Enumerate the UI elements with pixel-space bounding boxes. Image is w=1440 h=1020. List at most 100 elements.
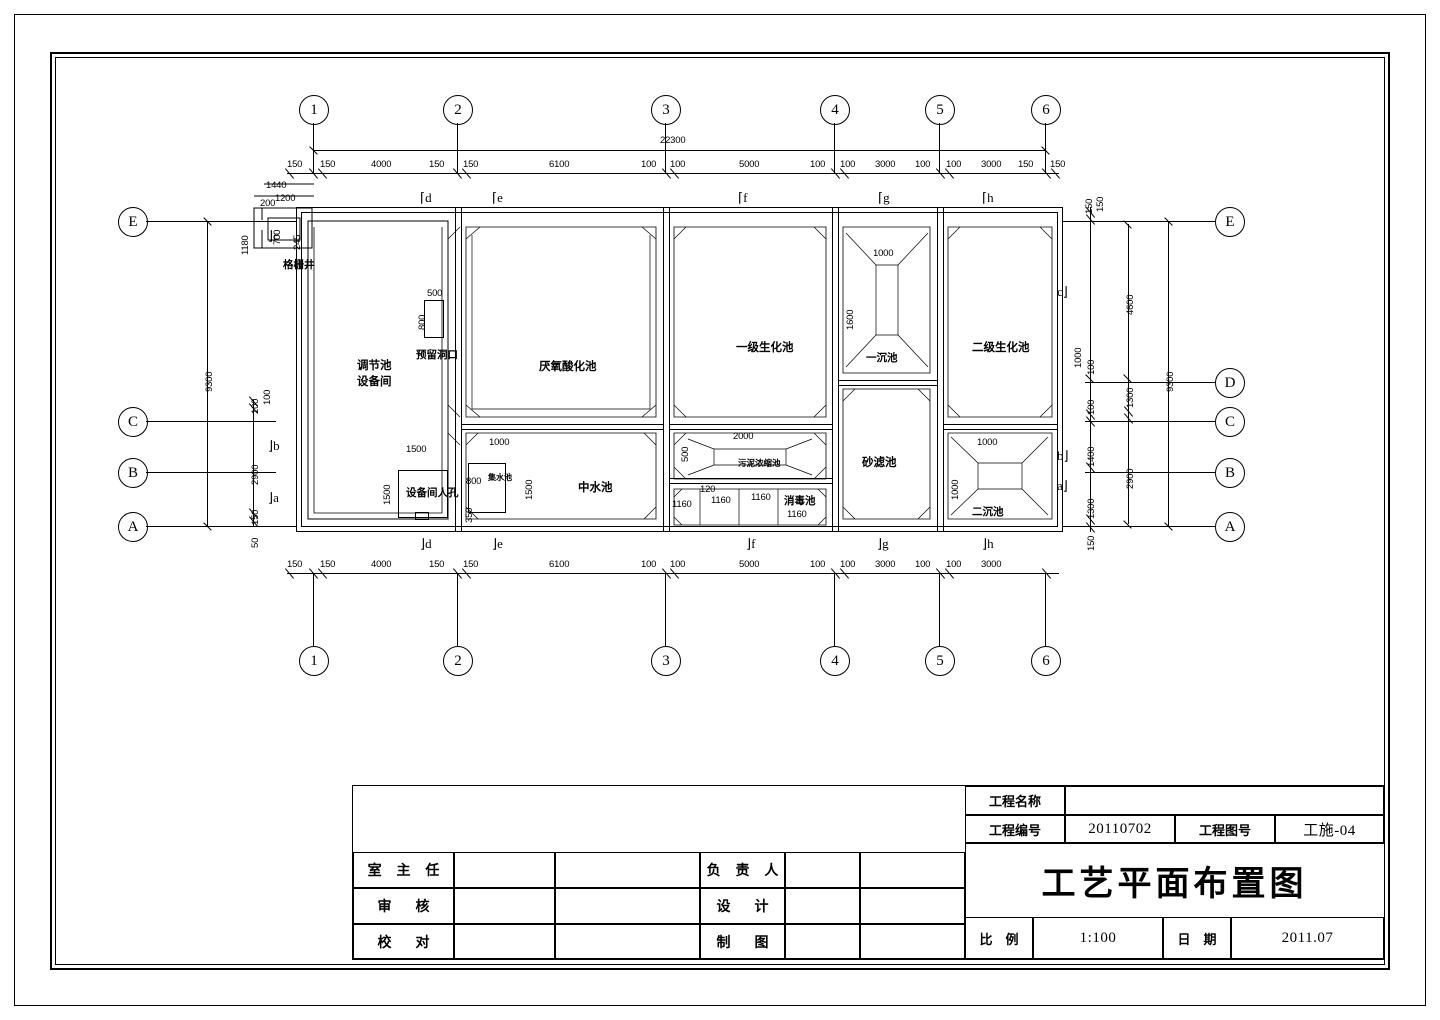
role-value-review[interactable] [454,888,555,924]
grid-line-A-right-leader [1063,526,1215,527]
top-dim-12: 100 [915,159,931,170]
bottom-dim-12: 100 [915,559,931,570]
grid-bubble-label: 3 [662,101,670,118]
grid-bubble-bottom-4[interactable]: 4 [820,646,850,676]
grid-bubble-bottom-2[interactable]: 2 [443,646,473,676]
span-label-top-h: ⌈h [982,190,994,205]
role-sign-room-director[interactable] [555,852,700,888]
bottom-dim-10: 100 [840,559,856,570]
role-label-responsible: 负 责 人 [700,852,785,888]
role-label-review: 审 核 [353,888,454,924]
pool-label-sludge-thickener: 污泥浓缩池 [738,459,781,469]
bottom-dim-14: 3000 [981,559,1002,570]
role-value-drafting[interactable] [785,924,860,959]
grid-bubble-top-3[interactable]: 3 [651,95,681,125]
grid-line-B-right-leader [1085,472,1215,473]
role-sign-review[interactable] [555,888,700,924]
right-dim-2900: 2900 [1125,468,1136,489]
grid-bubble-right-E[interactable]: E [1215,207,1245,237]
left-dimension-chain-line [253,400,254,526]
bottom-dim-1: 150 [320,559,336,570]
pool-label-sand-filter: 砂滤池 [862,455,897,469]
span-label-top-f: ⌈f [738,190,748,205]
grid-bubble-left-C[interactable]: C [118,407,148,437]
title-project-no-label: 工程编号 [965,815,1065,843]
sump-box [468,463,506,513]
grid-bubble-left-B[interactable]: B [118,458,148,488]
grid-bubble-top-1[interactable]: 1 [299,95,329,125]
dim-grating-1180: 1180 [240,235,251,255]
title-project-name-value[interactable] [1065,786,1384,815]
span-label-bottom-d: ⌋d [420,536,432,551]
title-scale-value[interactable]: 1:100 [1033,917,1163,959]
top-dim-8: 5000 [739,159,760,170]
title-drawing-no-value[interactable]: 工施-04 [1275,815,1384,843]
dim-grating-200: 200 [260,198,276,209]
dim-thickener-2000: 2000 [733,431,754,442]
grid-bubble-right-C[interactable]: C [1215,407,1245,437]
dim-settle1-1600: 1600 [845,309,856,330]
dim-grating-700: 700 [272,229,283,245]
grid-bubble-label: 1 [310,652,318,669]
grid-line-4-bottom-leader [834,573,835,646]
left-dim-100a: 100 [250,398,261,414]
span-label-top-e: ⌈e [492,190,503,205]
dim-grating-1200: 1200 [275,193,296,204]
grid-bubble-top-6[interactable]: 6 [1031,95,1061,125]
dim-disinfect-1160b: 1160 [711,495,731,506]
grid-bubble-bottom-3[interactable]: 3 [651,646,681,676]
pool-label-reclaimed-water: 中水池 [578,480,613,494]
span-label-left-b: ⌋b [268,438,280,453]
span-label-bottom-g: ⌋g [877,536,889,551]
pool-label-secondary-biochemical: 二级生化池 [972,340,1030,354]
role-sign-proofread[interactable] [555,924,700,959]
dim-manhole-1500w: 1500 [406,444,427,455]
title-date-value[interactable]: 2011.07 [1231,917,1384,959]
role-sign-drafting[interactable] [860,924,965,959]
drawing-sheet: 1 2 3 4 5 6 22300 150 150 4000 150 150 6… [0,0,1440,1020]
grid-line-1-top-leader [313,123,314,173]
grid-bubble-top-5[interactable]: 5 [925,95,955,125]
grid-bubble-top-2[interactable]: 2 [443,95,473,125]
role-sign-design[interactable] [860,888,965,924]
title-project-name-label: 工程名称 [965,786,1065,815]
grid-line-5-top-leader [939,123,940,173]
role-value-proofread[interactable] [454,924,555,959]
bottom-dim-2: 4000 [371,559,392,570]
right-dim-150c: 150 [1086,535,1097,551]
equipment-manhole-sub [415,512,429,520]
grid-bubble-right-B[interactable]: B [1215,458,1245,488]
grid-bubble-bottom-6[interactable]: 6 [1031,646,1061,676]
dim-grating-1440: 1440 [266,180,287,191]
grid-bubble-label: B [1224,464,1235,481]
role-sign-responsible[interactable] [860,852,965,888]
grid-line-D-right-leader [1085,382,1215,383]
dim-disinfect-120: 120 [700,484,716,495]
role-value-design[interactable] [785,888,860,924]
grid-bubble-right-D[interactable]: D [1215,368,1245,398]
dim-settle1-1000: 1000 [873,248,894,259]
title-big-frame [965,843,1384,917]
dim-thickener-500: 500 [680,446,691,462]
right-dim-4600: 4600 [1125,294,1136,315]
grid-line-C-right-leader [1085,421,1215,422]
bottom-dim-8: 5000 [739,559,760,570]
bottom-dim-13: 100 [946,559,962,570]
grid-bubble-bottom-1[interactable]: 1 [299,646,329,676]
dim-sump-350: 350 [464,507,475,523]
span-label-bottom-h: ⌋h [982,536,994,551]
grid-line-C-left-leader [146,421,276,422]
pool-label-disinfection: 消毒池 [784,495,816,507]
grid-bubble-right-A[interactable]: A [1215,512,1245,542]
dim-sump-1500: 1500 [524,479,535,500]
grid-bubble-top-4[interactable]: 4 [820,95,850,125]
left-dim-100b: 100 [262,389,273,405]
role-value-responsible[interactable] [785,852,860,888]
grid-line-3-top-leader [665,123,666,173]
title-project-no-value[interactable]: 20110702 [1065,815,1175,843]
pool-label-primary-settling: 一沉池 [866,352,898,364]
grid-bubble-bottom-5[interactable]: 5 [925,646,955,676]
grid-bubble-left-A[interactable]: A [118,512,148,542]
role-value-room-director[interactable] [454,852,555,888]
grid-bubble-left-E[interactable]: E [118,207,148,237]
